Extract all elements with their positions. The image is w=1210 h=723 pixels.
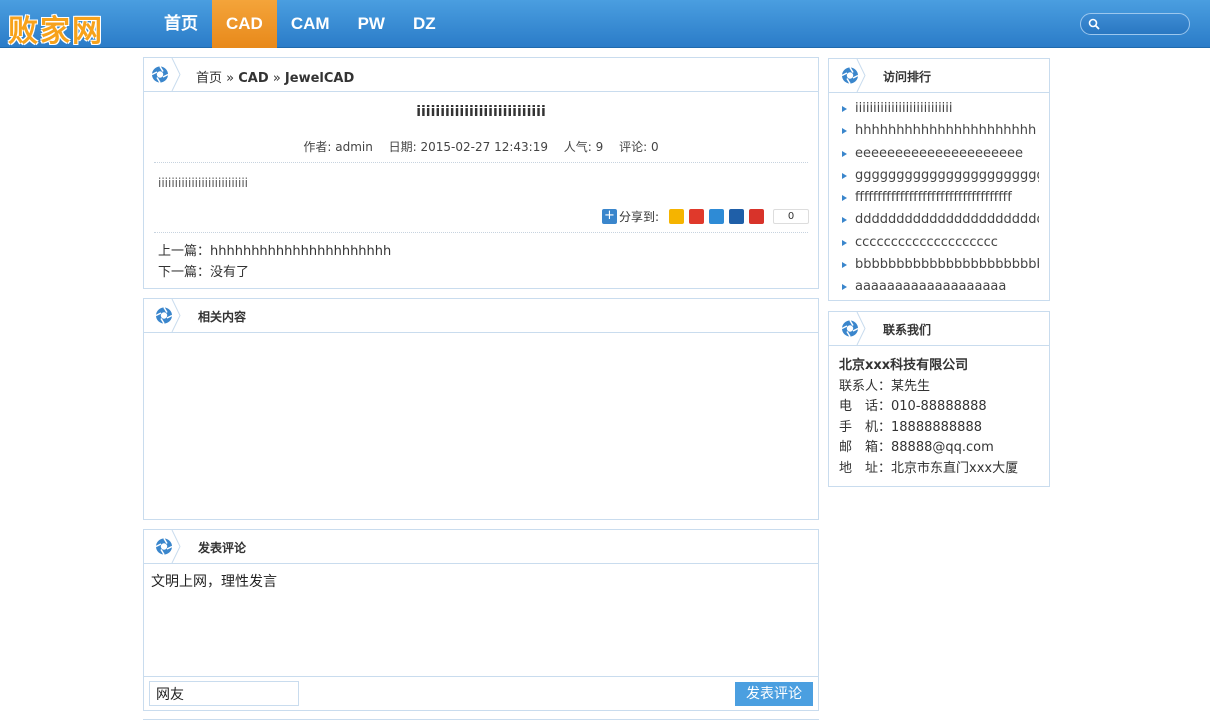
main-nav: 首页 CAD CAM PW DZ	[150, 0, 450, 48]
breadcrumb-cad[interactable]: CAD	[238, 71, 268, 86]
qzone-icon[interactable]	[669, 209, 685, 224]
contact-address: 地 址：北京市东直门xxx大厦	[839, 460, 1019, 476]
tencent-weibo-icon[interactable]	[709, 209, 725, 224]
article-panel: 首页 » CAD » JewelCAD iiiiiiiiiiiiiiiiiiii…	[143, 57, 819, 289]
article-author: 作者: admin	[303, 140, 373, 154]
contact-panel: 联系我们 北京xxx科技有限公司 联系人：某先生 电 话：010-8888888…	[828, 311, 1050, 487]
contact-email: 邮 箱：88888@qq.com	[839, 440, 994, 456]
next-article-link[interactable]: 下一篇：没有了	[158, 261, 249, 280]
ranking-title: 访问排行	[883, 70, 932, 84]
ranking-item[interactable]: gggggggggggggggggggggggg	[839, 165, 1039, 187]
kaixin-icon[interactable]	[749, 209, 765, 224]
share-count: 0	[773, 209, 810, 224]
article-date: 日期: 2015-02-27 12:43:19	[388, 140, 548, 154]
article-comments: 评论: 0	[619, 140, 659, 154]
aperture-icon	[155, 530, 181, 563]
article-body: iiiiiiiiiiiiiiiiiiiiiiiiiii	[158, 176, 249, 190]
article-meta: 作者: admin 日期: 2015-02-27 12:43:19 人气: 9 …	[144, 138, 818, 155]
ranking-item[interactable]: cccccccccccccccccccc	[839, 232, 1039, 254]
nav-cam[interactable]: CAM	[277, 0, 344, 48]
ranking-panel: 访问排行 iiiiiiiiiiiiiiiiiiiiiiiiiii hhhhhhh…	[828, 58, 1050, 301]
search-icon[interactable]	[1087, 17, 1101, 31]
ranking-item[interactable]: aaaaaaaaaaaaaaaaaaa	[839, 276, 1039, 298]
panel-bottom-edge	[143, 719, 819, 723]
ranking-header: 访问排行	[829, 59, 1049, 93]
related-header: 相关内容	[144, 299, 818, 333]
breadcrumb-jewelcad[interactable]: JewelCAD	[285, 71, 354, 86]
ranking-item[interactable]: ddddddddddddddddddddddddd	[839, 209, 1039, 231]
aperture-icon	[155, 299, 181, 332]
ranking-list: iiiiiiiiiiiiiiiiiiiiiiiiiii hhhhhhhhhhhh…	[839, 98, 1039, 299]
comment-title: 发表评论	[198, 541, 247, 555]
search-input[interactable]	[1080, 13, 1190, 35]
ranking-item[interactable]: bbbbbbbbbbbbbbbbbbbbbbbb	[839, 254, 1039, 276]
renren-icon[interactable]	[729, 209, 745, 224]
share-label: 分享到:	[619, 210, 660, 224]
share-plus-icon[interactable]: +	[602, 209, 617, 224]
breadcrumb: 首页 » CAD » JewelCAD	[196, 67, 354, 86]
ranking-item[interactable]: hhhhhhhhhhhhhhhhhhhhhh	[839, 120, 1039, 142]
divider	[154, 162, 808, 163]
contact-person: 联系人：某先生	[839, 378, 931, 394]
contact-title: 联系我们	[883, 323, 932, 337]
comment-panel: 发表评论 文明上网，理性发言 网友 发表评论	[143, 529, 819, 711]
breadcrumb-sep: »	[272, 71, 281, 86]
contact-info: 北京xxx科技有限公司 联系人：某先生 电 话：010-88888888 手 机…	[839, 356, 1018, 480]
contact-header: 联系我们	[829, 312, 1049, 346]
breadcrumb-bar: 首页 » CAD » JewelCAD	[144, 58, 818, 92]
divider	[144, 676, 818, 677]
aperture-icon	[151, 58, 181, 91]
aperture-icon	[841, 59, 866, 92]
article-title: iiiiiiiiiiiiiiiiiiiiiiiiiii	[416, 104, 546, 120]
contact-company: 北京xxx科技有限公司	[839, 358, 969, 373]
submit-comment-button[interactable]: 发表评论	[735, 682, 813, 706]
nav-pw[interactable]: PW	[344, 0, 399, 48]
nav-cad[interactable]: CAD	[212, 0, 277, 48]
divider	[154, 232, 808, 233]
prev-article-link[interactable]: 上一篇：hhhhhhhhhhhhhhhhhhhhhh	[158, 240, 391, 259]
related-title: 相关内容	[198, 310, 247, 324]
comment-textarea[interactable]: 文明上网，理性发言	[144, 564, 818, 676]
weibo-icon[interactable]	[689, 209, 705, 224]
contact-mobile: 手 机：18888888888	[839, 419, 982, 435]
top-bar: 败家网 首页 CAD CAM PW DZ	[0, 0, 1210, 50]
ranking-item[interactable]: eeeeeeeeeeeeeeeeeeeee	[839, 143, 1039, 165]
related-panel: 相关内容	[143, 298, 819, 520]
comment-header: 发表评论	[144, 530, 818, 564]
site-logo[interactable]: 败家网	[8, 6, 104, 50]
article-views: 人气: 9	[563, 140, 604, 154]
breadcrumb-home[interactable]: 首页	[196, 71, 222, 86]
contact-tel: 电 话：010-88888888	[839, 399, 987, 415]
ranking-item[interactable]: iiiiiiiiiiiiiiiiiiiiiiiiiii	[839, 98, 1039, 120]
share-bar: + 分享到: 0	[602, 208, 810, 225]
nav-home[interactable]: 首页	[150, 0, 212, 48]
ranking-item[interactable]: fffffffffffffffffffffffffffffffffff	[839, 187, 1039, 209]
aperture-icon	[841, 312, 866, 345]
breadcrumb-sep: »	[226, 71, 235, 86]
nav-dz[interactable]: DZ	[399, 0, 450, 48]
nickname-input[interactable]: 网友	[149, 681, 299, 706]
